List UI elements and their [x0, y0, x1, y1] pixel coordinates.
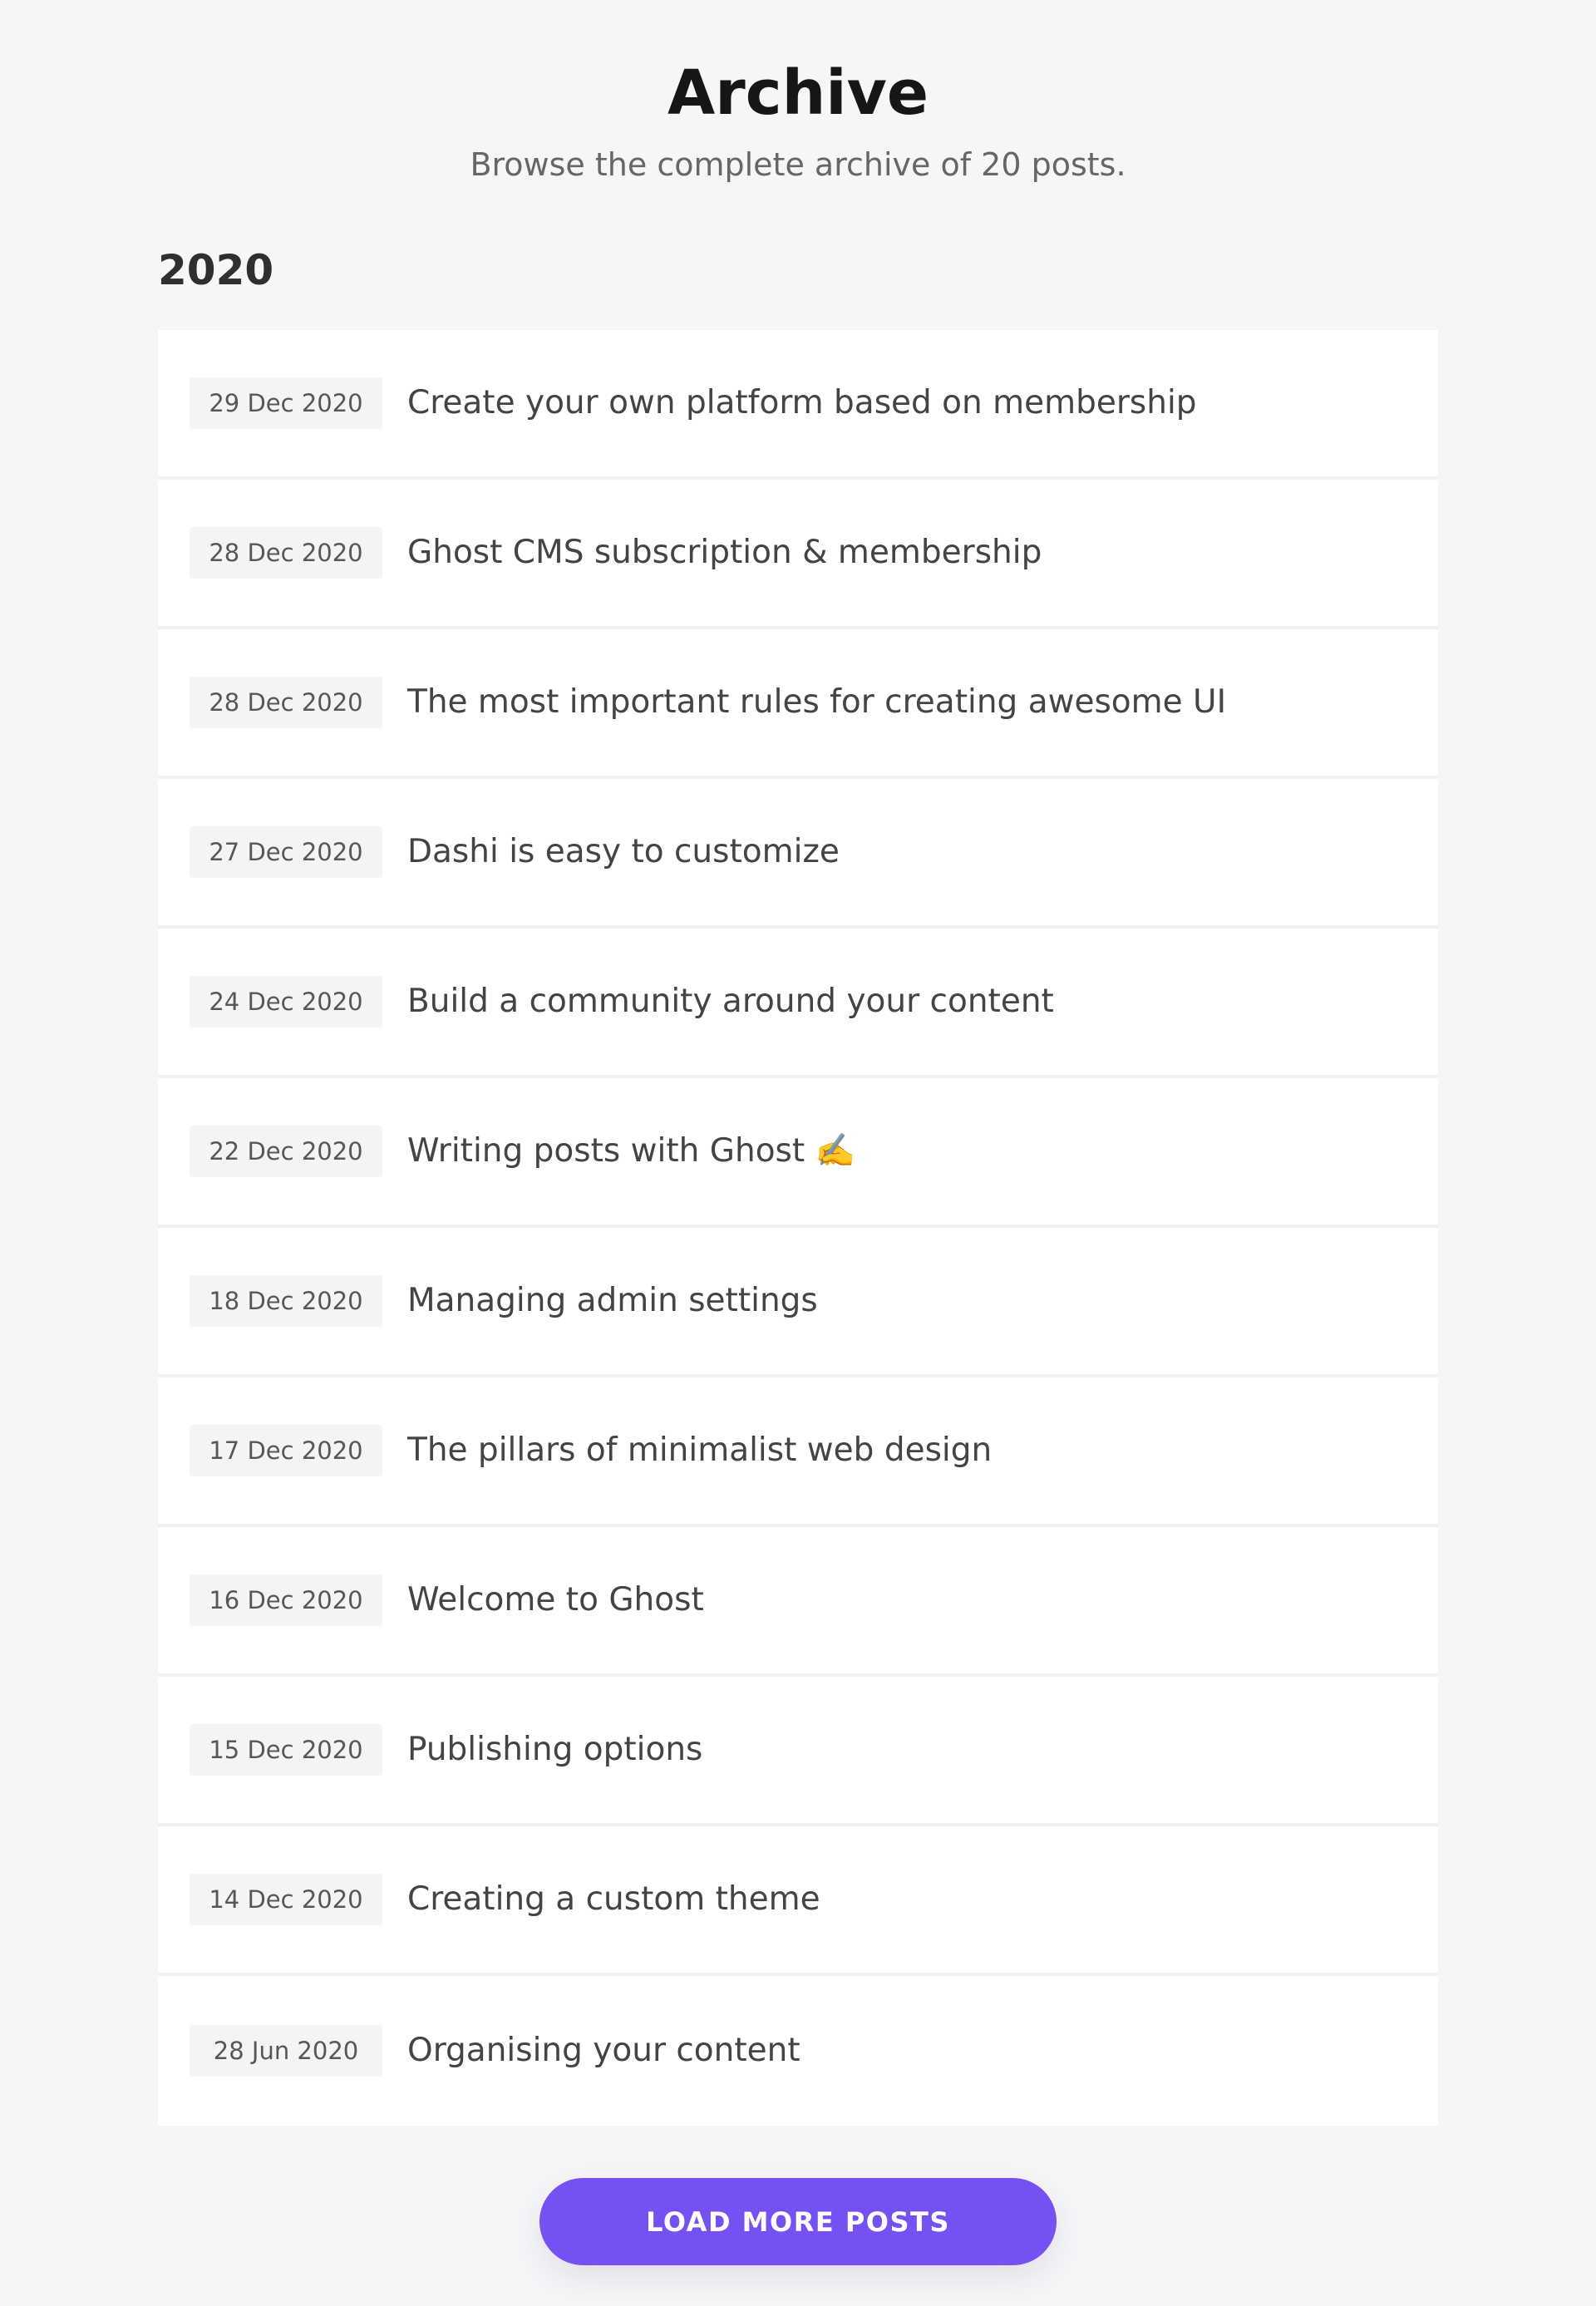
page-header: Archive Browse the complete archive of 2… — [0, 52, 1596, 188]
post-title-link[interactable]: Writing posts with Ghost ✍️ — [407, 1126, 855, 1176]
load-more-posts-button[interactable]: Load more posts — [539, 2178, 1057, 2265]
post-row[interactable]: 28 Dec 2020 Ghost CMS subscription & mem… — [158, 480, 1438, 629]
post-date: 29 Dec 2020 — [190, 377, 382, 429]
post-date: 14 Dec 2020 — [190, 1874, 382, 1925]
post-date: 24 Dec 2020 — [190, 976, 382, 1027]
post-date: 15 Dec 2020 — [190, 1724, 382, 1776]
post-date: 28 Jun 2020 — [190, 2025, 382, 2077]
post-title-link[interactable]: The pillars of minimalist web design — [407, 1426, 992, 1476]
post-title-link[interactable]: Managing admin settings — [407, 1276, 818, 1326]
year-heading: 2020 — [158, 246, 274, 294]
post-title-link[interactable]: Dashi is easy to customize — [407, 827, 840, 877]
post-row[interactable]: 28 Jun 2020 Organising your content — [158, 1976, 1438, 2126]
post-row[interactable]: 16 Dec 2020 Welcome to Ghost — [158, 1527, 1438, 1677]
post-date: 17 Dec 2020 — [190, 1425, 382, 1476]
post-list: 29 Dec 2020 Create your own platform bas… — [158, 330, 1438, 2126]
post-date: 18 Dec 2020 — [190, 1275, 382, 1327]
post-row[interactable]: 17 Dec 2020 The pillars of minimalist we… — [158, 1377, 1438, 1527]
page-title: Archive — [667, 57, 929, 129]
post-date: 28 Dec 2020 — [190, 527, 382, 579]
post-date: 16 Dec 2020 — [190, 1574, 382, 1626]
page-subtitle: Browse the complete archive of 20 posts. — [470, 146, 1126, 183]
post-row[interactable]: 22 Dec 2020 Writing posts with Ghost ✍️ — [158, 1078, 1438, 1228]
post-row[interactable]: 28 Dec 2020 The most important rules for… — [158, 629, 1438, 779]
post-title-link[interactable]: Create your own platform based on member… — [407, 378, 1197, 428]
post-title-link[interactable]: Organising your content — [407, 2026, 800, 2076]
post-date: 22 Dec 2020 — [190, 1126, 382, 1177]
post-title-link[interactable]: Welcome to Ghost — [407, 1575, 704, 1625]
post-title-link[interactable]: Ghost CMS subscription & membership — [407, 528, 1042, 578]
post-title-link[interactable]: The most important rules for creating aw… — [407, 678, 1226, 727]
post-row[interactable]: 18 Dec 2020 Managing admin settings — [158, 1228, 1438, 1377]
post-row[interactable]: 27 Dec 2020 Dashi is easy to customize — [158, 779, 1438, 929]
post-row[interactable]: 14 Dec 2020 Creating a custom theme — [158, 1826, 1438, 1976]
post-row[interactable]: 24 Dec 2020 Build a community around you… — [158, 929, 1438, 1078]
post-title-link[interactable]: Build a community around your content — [407, 977, 1054, 1027]
post-date: 28 Dec 2020 — [190, 677, 382, 728]
post-row[interactable]: 15 Dec 2020 Publishing options — [158, 1677, 1438, 1826]
post-date: 27 Dec 2020 — [190, 826, 382, 878]
post-row[interactable]: 29 Dec 2020 Create your own platform bas… — [158, 330, 1438, 480]
post-title-link[interactable]: Publishing options — [407, 1725, 702, 1775]
post-title-link[interactable]: Creating a custom theme — [407, 1875, 820, 1924]
